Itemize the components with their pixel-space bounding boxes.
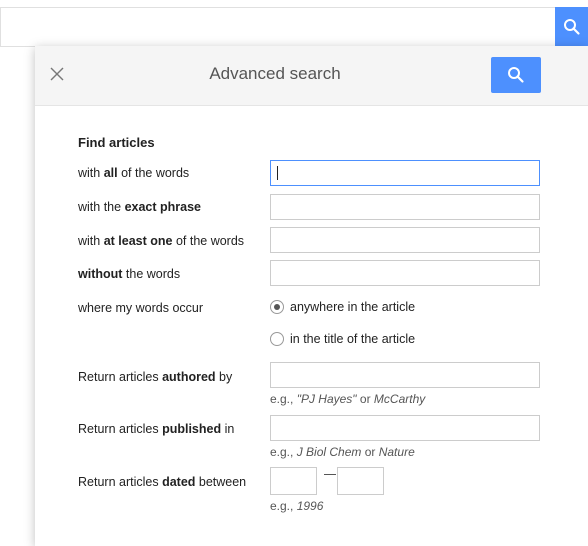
background-search-button[interactable] bbox=[555, 7, 588, 47]
background-search-field[interactable] bbox=[0, 7, 558, 47]
search-icon bbox=[508, 67, 524, 83]
search-submit-button[interactable] bbox=[491, 57, 541, 93]
exact-phrase-label: with the exact phrase bbox=[78, 200, 201, 214]
radio-button-unselected[interactable] bbox=[270, 332, 284, 346]
at-least-one-input[interactable] bbox=[270, 227, 540, 253]
published-label: Return articles published in bbox=[78, 422, 235, 436]
radio-anywhere-label: anywhere in the article bbox=[290, 300, 416, 314]
radio-button-selected[interactable] bbox=[270, 300, 284, 314]
authored-label: Return articles authored by bbox=[78, 370, 233, 384]
author-hint: e.g., "PJ Hayes" or McCarthy bbox=[270, 392, 426, 406]
search-icon bbox=[563, 19, 580, 35]
dialog-title: Advanced search bbox=[209, 64, 341, 83]
date-hint: e.g., 1996 bbox=[270, 499, 324, 513]
year-to-input[interactable] bbox=[337, 467, 384, 495]
at-least-one-label: with at least one of the words bbox=[78, 234, 245, 248]
author-input[interactable] bbox=[270, 362, 540, 388]
publication-hint: e.g., J Biol Chem or Nature bbox=[270, 445, 415, 459]
where-words-occur-label: where my words occur bbox=[78, 301, 204, 315]
radio-title-label: in the title of the article bbox=[290, 332, 416, 346]
form-heading: Find articles bbox=[78, 135, 155, 150]
all-words-label: with all of the words bbox=[78, 166, 190, 180]
text-caret bbox=[277, 166, 278, 180]
dated-label: Return articles dated between bbox=[78, 475, 247, 489]
without-words-input[interactable] bbox=[270, 260, 540, 286]
without-words-label: without the words bbox=[78, 267, 181, 281]
advanced-search-dialog: Advanced search Find articles with all o… bbox=[35, 46, 588, 546]
dialog-header: Advanced search bbox=[35, 46, 588, 106]
publication-input[interactable] bbox=[270, 415, 540, 441]
radio-title[interactable]: in the title of the article bbox=[270, 332, 415, 346]
all-words-input[interactable] bbox=[270, 160, 540, 186]
radio-anywhere[interactable]: anywhere in the article bbox=[270, 300, 415, 314]
exact-phrase-input[interactable] bbox=[270, 194, 540, 220]
year-from-input[interactable] bbox=[270, 467, 317, 495]
date-range-dash bbox=[324, 474, 336, 475]
